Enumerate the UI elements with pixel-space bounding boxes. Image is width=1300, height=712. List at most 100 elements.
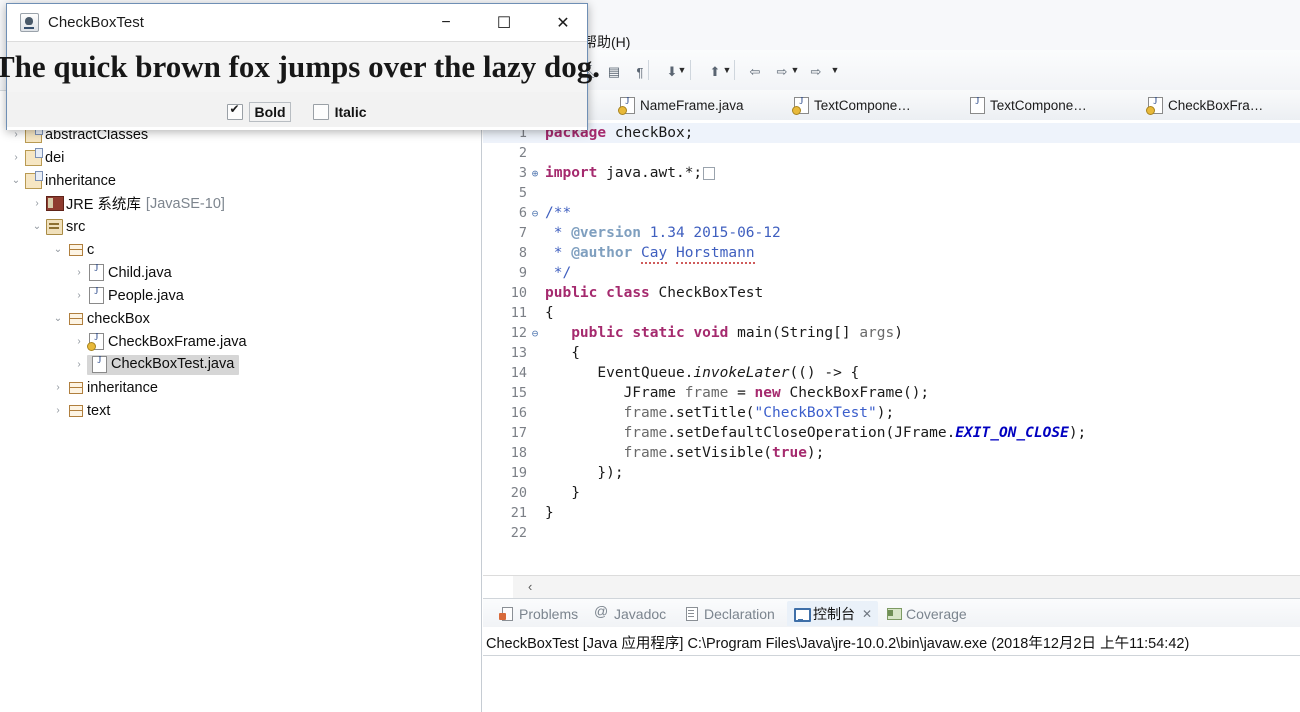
chevron-down-icon[interactable]: ▼ [676, 64, 688, 76]
editor-tab[interactable]: TextCompone… [786, 90, 919, 120]
toolbar-separator [734, 60, 735, 80]
back-icon[interactable]: ⇦ [745, 62, 765, 82]
java-project-icon-glyph [25, 170, 43, 189]
code-line[interactable]: 21} [483, 503, 1300, 523]
java-file-icon [1146, 96, 1163, 115]
chevron-down-icon[interactable]: ⌄ [29, 221, 45, 232]
code-line[interactable]: 10 public class CheckBoxTest [483, 283, 1300, 303]
maximize-button[interactable]: ☐ [481, 4, 527, 41]
package-icon [66, 243, 85, 257]
line-number: 15 [510, 385, 527, 401]
chevron-down-icon[interactable]: ▼ [829, 64, 841, 76]
tree-item-content: Child.java [87, 263, 172, 281]
tree-item-checkboxframe-java[interactable]: › CheckBoxFrame.java [71, 330, 247, 353]
line-number: 13 [510, 345, 527, 361]
code-line[interactable]: 22 [483, 523, 1300, 543]
code-line[interactable]: 15 JFrame frame = new CheckBoxFrame(); [483, 383, 1300, 403]
code-line[interactable]: 16 frame.setTitle("CheckBoxTest"); [483, 403, 1300, 423]
tree-item-src[interactable]: ⌄ src [29, 215, 85, 238]
tree-item-child-java[interactable]: › Child.java [71, 261, 172, 284]
code-line[interactable]: 2 [483, 143, 1300, 163]
fold-collapse-icon[interactable]: ⊖ [529, 327, 541, 340]
tree-item-checkbox[interactable]: ⌄ checkBox [50, 307, 150, 330]
code-line[interactable]: 6 ⊖ /** [483, 203, 1300, 223]
editor-horizontal-scrollbar[interactable]: ‹ [483, 575, 1300, 598]
swing-title-bar[interactable]: CheckBoxTest − ☐ ✕ [7, 4, 587, 41]
checkbox-italic[interactable]: Italic [312, 104, 367, 120]
checkbox-bold-box[interactable] [227, 102, 244, 120]
tree-item-checkboxtest-java[interactable]: › CheckBoxTest.java [71, 353, 240, 376]
code-line[interactable]: 7 * @version 1.34 2015-06-12 [483, 223, 1300, 243]
line-number: 2 [518, 145, 527, 161]
view-tab-declaration[interactable]: Declaration [678, 601, 781, 626]
view-tab-javadoc[interactable]: Javadoc [588, 601, 672, 626]
chevron-right-icon[interactable]: › [8, 152, 24, 163]
package-icon-glyph [68, 381, 83, 395]
tree-item-c[interactable]: ⌄ c [50, 238, 94, 261]
close-button[interactable]: ✕ [540, 4, 586, 41]
project-explorer-tree[interactable]: › abstractClasses › dei ⌄ inheritance › JRE 系统库… [0, 120, 482, 712]
chevron-right-icon[interactable]: › [8, 129, 24, 140]
view-tab-problems[interactable]: Problems [493, 601, 584, 626]
code-line[interactable]: 13 { [483, 343, 1300, 363]
scroll-left-arrow-icon[interactable]: ‹ [528, 579, 532, 594]
chevron-right-icon[interactable]: › [50, 405, 66, 416]
java-project-icon [24, 170, 43, 189]
line-number: 17 [510, 425, 527, 441]
checkbox-italic-box[interactable] [312, 104, 329, 120]
code-line[interactable]: 20 } [483, 483, 1300, 503]
swing-app-window[interactable]: CheckBoxTest − ☐ ✕ The quick brown fox j… [0, 3, 600, 130]
line-number: 19 [510, 465, 527, 481]
view-tab-coverage[interactable]: Coverage [880, 601, 973, 626]
chevron-right-icon[interactable]: › [71, 267, 87, 278]
code-line[interactable]: 3 ⊕ import java.awt.*; [483, 163, 1300, 183]
chevron-right-icon[interactable]: › [71, 290, 87, 301]
code-line[interactable]: 19 }); [483, 463, 1300, 483]
chevron-down-icon[interactable]: ⌄ [8, 175, 24, 186]
tree-item-label: CheckBoxTest.java [111, 356, 235, 372]
code-editor[interactable]: 1 package checkBox; 2 3 ⊕ import java.awt.*; 5… [483, 120, 1300, 575]
tree-item-label: Child.java [108, 264, 172, 281]
decl-icon [684, 606, 699, 621]
chevron-down-icon[interactable]: ⌄ [50, 244, 66, 255]
tree-item-text[interactable]: › text [50, 399, 110, 422]
code-line[interactable]: 5 [483, 183, 1300, 203]
editor-tab[interactable]: NameFrame.java [612, 90, 752, 120]
code-line[interactable]: 12 ⊖ public static void main(String[] arg… [483, 323, 1300, 343]
chevron-down-icon[interactable]: ▼ [789, 64, 801, 76]
editor-tab[interactable]: TextCompone… [962, 90, 1095, 120]
code-line[interactable]: 17 frame.setDefaultCloseOperation(JFrame… [483, 423, 1300, 443]
pilcrow-icon[interactable]: ¶ [630, 62, 650, 82]
chevron-right-icon[interactable]: › [29, 198, 45, 209]
tree-item-inheritance[interactable]: ⌄ inheritance [8, 169, 116, 192]
code-line[interactable]: 14 EventQueue.invokeLater(() -> { [483, 363, 1300, 383]
java-file-icon [87, 263, 106, 281]
next-edit-icon[interactable]: ⇨ [806, 62, 826, 82]
tree-item-inheritance[interactable]: › inheritance [50, 376, 158, 399]
prob-icon [499, 606, 514, 621]
chevron-right-icon[interactable]: › [71, 336, 87, 347]
code-line[interactable]: 11 { [483, 303, 1300, 323]
java-file-icon [618, 96, 635, 115]
checkbox-bold[interactable]: Bold [227, 102, 291, 122]
chevron-down-icon[interactable]: ▼ [721, 64, 733, 76]
fold-expand-icon[interactable]: ⊕ [529, 167, 541, 180]
chevron-right-icon[interactable]: › [71, 359, 87, 370]
jre-library-icon-glyph [45, 196, 64, 211]
code-line[interactable]: 1 package checkBox; [483, 123, 1300, 143]
open-type-icon[interactable]: ▤ [604, 62, 624, 82]
minimize-button[interactable]: − [423, 4, 469, 41]
editor-tab[interactable]: CheckBoxFra… [1140, 90, 1271, 120]
view-tab--[interactable]: 控制台 ✕ [787, 601, 879, 626]
code-line[interactable]: 18 frame.setVisible(true); [483, 443, 1300, 463]
chevron-down-icon[interactable]: ⌄ [50, 313, 66, 324]
tree-item-jre-[interactable]: › JRE 系统库 [JavaSE-10] [29, 192, 225, 215]
line-number: 5 [518, 185, 527, 201]
code-line[interactable]: 8 * @author Cay Horstmann [483, 243, 1300, 264]
chevron-right-icon[interactable]: › [50, 382, 66, 393]
fold-collapse-icon[interactable]: ⊖ [529, 207, 541, 220]
close-icon[interactable]: ✕ [862, 607, 872, 621]
tree-item-dei[interactable]: › dei [8, 146, 64, 169]
tree-item-people-java[interactable]: › People.java [71, 284, 184, 307]
code-line[interactable]: 9 */ [483, 263, 1300, 283]
